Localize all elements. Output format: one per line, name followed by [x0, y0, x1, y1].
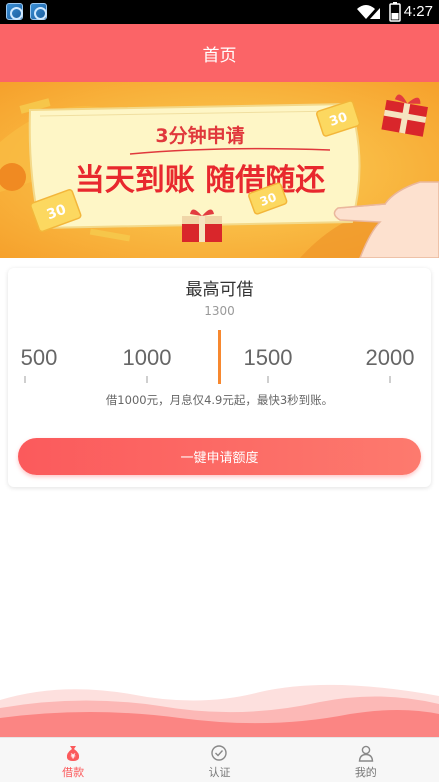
banner-headline-small: 3分钟申请: [155, 124, 244, 147]
svg-text:¥: ¥: [71, 753, 76, 761]
scale-label: 1500: [243, 345, 293, 370]
tab-mine[interactable]: 我的: [293, 738, 439, 782]
loan-hint-text: 借1000元，月息仅4.9元起，最快3秒到账。: [105, 393, 334, 407]
decorative-waves: [0, 684, 439, 738]
page-header: 首页: [0, 24, 439, 82]
tab-verify[interactable]: 认证: [146, 738, 292, 782]
scale-label: 1000: [122, 345, 172, 370]
money-bag-icon: ¥: [67, 746, 80, 761]
scale-label: 2000: [365, 345, 415, 370]
scale-tick: [389, 376, 391, 383]
apply-limit-button[interactable]: 一键申请额度: [18, 438, 421, 475]
tab-mine-label: 我的: [354, 766, 377, 779]
person-icon: [358, 745, 374, 762]
scale-tick: [267, 376, 269, 383]
scale-tick: [146, 376, 148, 383]
amount-ruler-slider[interactable]: 500 1000 1500 2000: [0, 330, 439, 390]
scale-tick: [24, 376, 26, 383]
promo-banner[interactable]: 3分钟申请 当天到账 随借随还 30 30 30: [0, 82, 439, 258]
tab-borrow-label: 借款: [62, 766, 85, 779]
status-bar: 2 4:27: [0, 0, 439, 24]
banner-headline-big: 当天到账 随借随还: [75, 163, 326, 198]
notification-app-icon-2: [30, 3, 47, 20]
clock: 4:27: [403, 3, 433, 20]
slider-indicator[interactable]: [218, 330, 221, 384]
selected-amount: 1300: [204, 304, 235, 318]
tab-borrow[interactable]: ¥ 借款: [0, 738, 146, 782]
notification-app-icon: [6, 3, 23, 20]
page-title: 首页: [202, 45, 237, 66]
scale-label: 500: [20, 345, 58, 370]
wifi-icon: [357, 5, 380, 19]
max-borrow-title: 最高可借: [185, 280, 254, 300]
battery-level: 2: [391, 4, 398, 15]
tab-verify-label: 认证: [208, 766, 231, 779]
verify-check-icon: [211, 745, 228, 761]
bottom-tab-bar: ¥ 借款 认证 我的: [0, 737, 439, 782]
